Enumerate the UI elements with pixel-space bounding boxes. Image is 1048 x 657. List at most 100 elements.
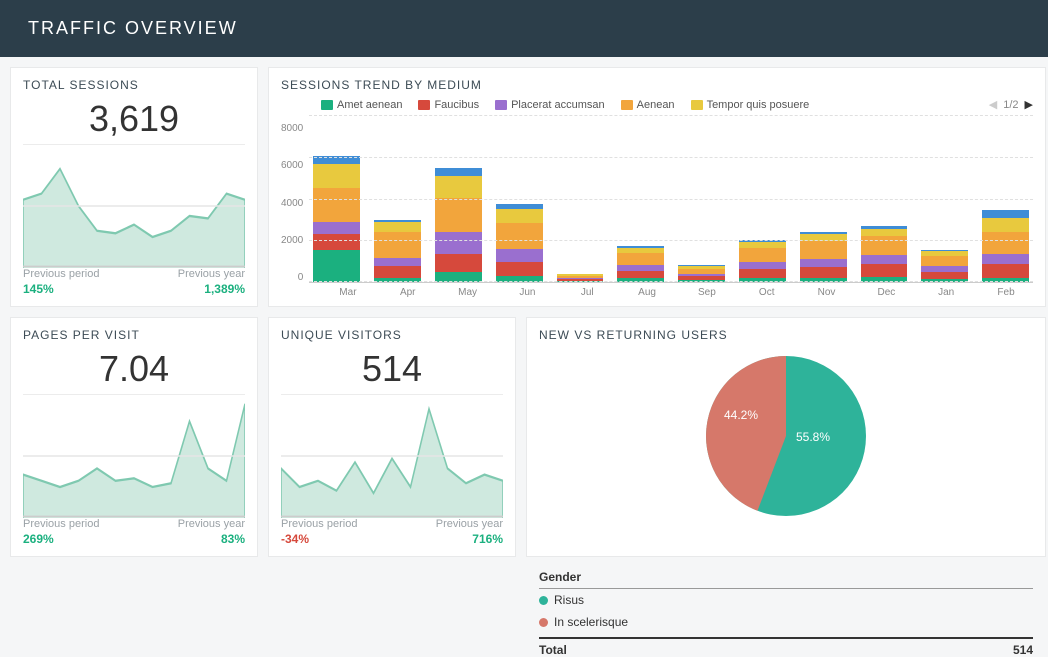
- card-new-vs-returning: NEW VS RETURNING USERS 55.8% 44.2% Gende…: [526, 317, 1046, 557]
- x-tick: Dec: [863, 287, 909, 298]
- total-label: Total: [539, 643, 567, 657]
- x-tick: Apr: [385, 287, 431, 298]
- card-title: NEW VS RETURNING USERS: [539, 328, 728, 342]
- legend-item: Faucibus: [418, 99, 479, 111]
- bar-segment: [617, 253, 664, 265]
- kpi-value: 7.04: [23, 348, 245, 390]
- swatch-icon: [418, 100, 430, 110]
- bar-segment: [861, 277, 908, 282]
- bar-segment: [313, 250, 360, 282]
- card-pages-per-visit: PAGES PER VISIT 7.04 Previous period 269…: [10, 317, 258, 557]
- bar-segment: [800, 267, 847, 278]
- sparkline: [23, 144, 245, 268]
- prev-year-pct: 83%: [178, 532, 245, 546]
- bar-segment: [496, 262, 543, 276]
- pie-svg: [696, 346, 876, 526]
- bar-segment: [496, 209, 543, 223]
- prev-year-label: Previous year: [178, 518, 245, 530]
- pie-legend-table: Gender Risus In scelerisque Total 514: [539, 564, 1033, 657]
- legend-row: In scelerisque: [539, 611, 1033, 633]
- legend-item: Amet aenean: [321, 99, 402, 111]
- bar-segment: [921, 279, 968, 282]
- x-tick: Feb: [983, 287, 1029, 298]
- bar-column: [557, 274, 604, 282]
- swatch-icon: [691, 100, 703, 110]
- bar-segment: [435, 168, 482, 176]
- x-tick: Jul: [564, 287, 610, 298]
- x-tick: Jan: [923, 287, 969, 298]
- kpi-stats: Previous period 269% Previous year 83%: [23, 518, 245, 546]
- bar-segment: [739, 269, 786, 278]
- prev-period-pct: 269%: [23, 532, 99, 546]
- legend-item: Aenean: [621, 99, 675, 111]
- bar-segment: [739, 262, 786, 269]
- x-tick: Nov: [804, 287, 850, 298]
- bar-column: [617, 246, 664, 282]
- pager-prev-icon[interactable]: ◀: [989, 98, 997, 111]
- bar-segment: [617, 271, 664, 278]
- card-title: UNIQUE VISITORS: [281, 328, 503, 342]
- prev-year-label: Previous year: [436, 518, 503, 530]
- y-axis: 8000 6000 4000 2000 0: [281, 123, 309, 283]
- kpi-value: 3,619: [23, 98, 245, 140]
- swatch-icon: [621, 100, 633, 110]
- bar-column: [982, 210, 1029, 282]
- prev-period-pct: 145%: [23, 282, 99, 296]
- bar-segment: [617, 278, 664, 282]
- bar-segment: [313, 188, 360, 222]
- prev-period-pct: -34%: [281, 532, 357, 546]
- prev-year-pct: 716%: [436, 532, 503, 546]
- pie-chart: 55.8% 44.2%: [696, 346, 876, 526]
- legend-header: Gender: [539, 570, 1033, 589]
- bar-segment: [678, 280, 725, 282]
- page-title: TRAFFIC OVERVIEW: [28, 18, 238, 38]
- bar-segment: [496, 276, 543, 282]
- x-tick: May: [445, 287, 491, 298]
- dashboard-grid: TOTAL SESSIONS 3,619 Previous period 145…: [0, 57, 1048, 567]
- bar-segment: [921, 272, 968, 279]
- bar-segment: [374, 232, 421, 258]
- card-title: PAGES PER VISIT: [23, 328, 245, 342]
- bar-segment: [496, 249, 543, 262]
- bar-column: [739, 240, 786, 282]
- bar-segment: [435, 232, 482, 254]
- swatch-icon: [321, 100, 333, 110]
- pie-slice-b-label: 44.2%: [724, 408, 758, 422]
- bar-column: [435, 168, 482, 282]
- bar-segment: [861, 255, 908, 264]
- x-tick: Oct: [744, 287, 790, 298]
- bar-segment: [374, 258, 421, 266]
- pie-area: 55.8% 44.2%: [539, 346, 1033, 526]
- kpi-stats: Previous period 145% Previous year 1,389…: [23, 268, 245, 296]
- card-unique-visitors: UNIQUE VISITORS 514 Previous period -34%…: [268, 317, 516, 557]
- bar-segment: [800, 278, 847, 282]
- total-value: 514: [1013, 643, 1033, 657]
- bar-segment: [982, 218, 1029, 232]
- prev-period-label: Previous period: [281, 518, 357, 530]
- x-tick: Jun: [504, 287, 550, 298]
- bar-column: [861, 226, 908, 282]
- card-sessions-trend: SESSIONS TREND BY MEDIUM Amet aenean Fau…: [268, 67, 1046, 307]
- bar-column: [921, 250, 968, 282]
- bar-segment: [374, 266, 421, 278]
- pie-slice-a-label: 55.8%: [796, 430, 830, 444]
- bar-segment: [557, 279, 604, 281]
- pager-next-icon[interactable]: ▶: [1025, 98, 1033, 111]
- bar-segment: [435, 176, 482, 198]
- bar-segment: [435, 254, 482, 272]
- bar-segment: [739, 248, 786, 262]
- prev-period-label: Previous period: [23, 518, 99, 530]
- x-axis: MarAprMayJunJulAugSepOctNovDecJanFeb: [321, 283, 1033, 298]
- bar-segment: [861, 264, 908, 277]
- kpi-value: 514: [281, 348, 503, 390]
- page-header: TRAFFIC OVERVIEW: [0, 0, 1048, 57]
- legend-pager: ◀ 1/2 ▶: [989, 98, 1033, 111]
- bar-segment: [374, 222, 421, 232]
- bar-segment: [313, 234, 360, 250]
- prev-period-label: Previous period: [23, 268, 99, 280]
- bar-column: [313, 156, 360, 282]
- legend-item: Tempor quis posuere: [691, 99, 810, 111]
- bar-segment: [982, 254, 1029, 264]
- x-tick: Mar: [325, 287, 371, 298]
- bar-segment: [374, 278, 421, 282]
